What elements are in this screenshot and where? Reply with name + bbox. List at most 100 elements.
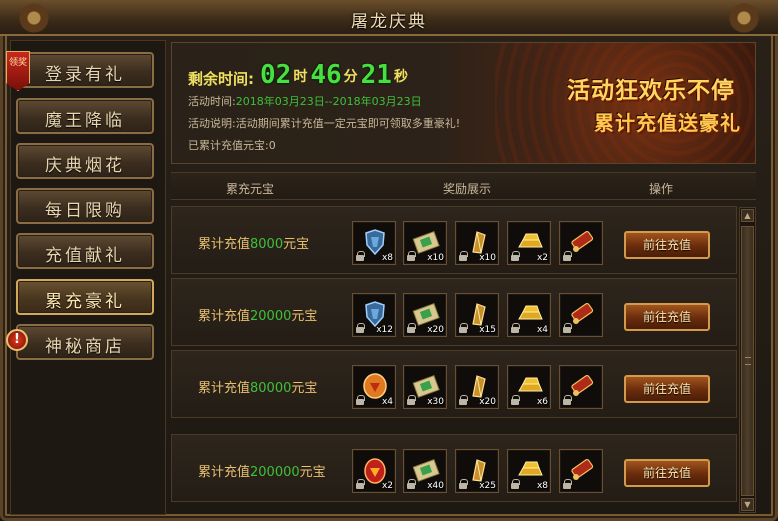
reward-row: 累计充值8000元宝 x8 x10 x10 x2 前往充值 [171,206,737,274]
sidebar-item-label: 每日限购 [45,201,125,221]
window-title: 屠龙庆典 [351,12,427,32]
go-recharge-button[interactable]: 前往充值 [624,231,710,259]
reward-item-slot[interactable]: x8 [352,221,396,265]
lock-icon [563,323,572,333]
tier-amount: 80000 [250,381,292,396]
reward-item-slot[interactable]: x6 [507,365,551,409]
timer-label: 剩余时间: [188,70,254,88]
reward-item-slot[interactable]: x2 [352,449,396,493]
item-quantity: x15 [479,325,496,335]
reward-item-slot[interactable]: x4 [507,293,551,337]
lock-icon [511,323,520,333]
reward-item-slot[interactable]: x10 [403,221,447,265]
tier-prefix: 累计充值 [198,465,251,480]
reward-list: 累计充值8000元宝 x8 x10 x10 x2 前往充值 累计充值20000元宝 x12 x2… [171,206,737,514]
go-recharge-button[interactable]: 前往充值 [624,459,710,487]
timer-hours-unit: 时 [293,69,308,85]
scroll-grip-icon [745,357,751,365]
column-header-amount: 累充元宝 [226,182,275,196]
sidebar-item-fireworks[interactable]: 庆典烟花 [16,143,154,179]
reward-tier-label: 累计充值20000元宝 [198,305,317,324]
slogan-line-2: 累计充值送豪礼 [594,111,741,135]
item-quantity: x10 [479,253,496,263]
lock-icon [356,251,365,261]
total-recharged: 已累计充值元宝:0 [188,137,276,153]
reward-item-slot[interactable]: x25 [455,449,499,493]
lock-icon [563,395,572,405]
go-recharge-button[interactable]: 前往充值 [624,303,710,331]
event-description: 活动说明:活动期间累计充值一定元宝即可领取多重豪礼! [188,115,460,131]
countdown-timer: 剩余时间: 02 时 46 分 21 秒 [188,61,411,89]
slogan-line-1: 活动狂欢乐不停 [567,77,735,104]
total-recharged-label: 已累计充值元宝: [188,139,269,152]
scrollbar[interactable]: ▲ ▼ [739,207,756,513]
column-header-rewards: 奖励展示 [443,182,492,196]
item-quantity: x4 [536,325,548,335]
reward-item-slot[interactable]: x20 [403,293,447,337]
reward-item-slot[interactable] [559,293,603,337]
reward-item-slot[interactable]: x8 [507,449,551,493]
scroll-thumb[interactable] [741,226,754,496]
event-desc-label: 活动说明: [188,117,236,130]
item-quantity: x2 [536,253,548,263]
column-header-action: 操作 [649,182,674,196]
item-quantity: x8 [381,253,393,263]
tier-amount: 200000 [250,465,300,480]
event-time-label: 活动时间: [188,95,236,108]
lock-icon [511,395,520,405]
scroll-up-arrow-icon[interactable]: ▲ [741,209,754,222]
title-bar: 屠龙庆典 [0,0,778,36]
lock-icon [407,251,416,261]
lock-icon [511,251,520,261]
sidebar-item-label: 魔王降临 [45,111,125,131]
tier-suffix: 元宝 [283,237,310,252]
sidebar-item-cumulative-gift[interactable]: 累充豪礼 [16,279,154,315]
reward-item-slot[interactable]: x40 [403,449,447,493]
reward-item-slot[interactable]: x2 [507,221,551,265]
reward-item-slot[interactable]: x12 [352,293,396,337]
item-quantity: x25 [479,481,496,491]
total-recharged-value: 0 [268,139,276,152]
lock-icon [563,251,572,261]
timer-minutes: 46 [310,60,342,90]
sidebar-item-recharge-gift[interactable]: 充值献礼 [16,233,154,269]
sidebar-item-label: 累充豪礼 [45,292,125,312]
lock-icon [459,251,468,261]
item-quantity: x12 [376,325,393,335]
reward-row: 累计充值80000元宝 x4 x30 x20 x6 前往充值 [171,350,737,418]
reward-item-slot[interactable]: x10 [455,221,499,265]
item-quantity: x40 [427,481,444,491]
lock-icon [511,479,520,489]
reward-item-slot[interactable] [559,221,603,265]
reward-item-slot[interactable] [559,449,603,493]
lock-icon [407,323,416,333]
sidebar-item-daily-limit[interactable]: 每日限购 [16,188,154,224]
item-quantity: x30 [427,397,444,407]
sidebar-item-login-gift[interactable]: 领奖 登录有礼 [6,51,154,91]
reward-item-slot[interactable]: x15 [455,293,499,337]
sidebar-item-label: 充值献礼 [45,246,125,266]
sidebar-item-demon-king[interactable]: 魔王降临 [16,98,154,134]
reward-tier-label: 累计充值8000元宝 [198,233,309,252]
table-header: 累充元宝 奖励展示 操作 [171,172,756,200]
item-quantity: x4 [381,397,393,407]
tier-prefix: 累计充值 [198,309,251,324]
reward-row: 累计充值200000元宝 x2 x40 x25 x8 前往充值 [171,434,737,502]
go-recharge-button[interactable]: 前往充值 [624,375,710,403]
lock-icon [356,395,365,405]
event-time-value: 2018年03月23日--2018年03月23日 [235,95,422,108]
scroll-down-arrow-icon[interactable]: ▼ [741,498,754,511]
tier-amount: 8000 [250,237,284,252]
tier-suffix: 元宝 [299,465,326,480]
event-desc-value: 活动期间累计充值一定元宝即可领取多重豪礼! [235,117,461,130]
reward-item-slot[interactable]: x4 [352,365,396,409]
lock-icon [563,479,572,489]
timer-minutes-unit: 分 [343,69,358,85]
sidebar-item-label: 登录有礼 [45,65,125,85]
sidebar-item-mystery-shop[interactable]: ! 神秘商店 [6,324,154,360]
reward-item-slot[interactable] [559,365,603,409]
reward-item-slot[interactable]: x30 [403,365,447,409]
reward-item-slot[interactable]: x20 [455,365,499,409]
tier-amount: 20000 [250,309,292,324]
sidebar-item-label: 庆典烟花 [45,156,125,176]
